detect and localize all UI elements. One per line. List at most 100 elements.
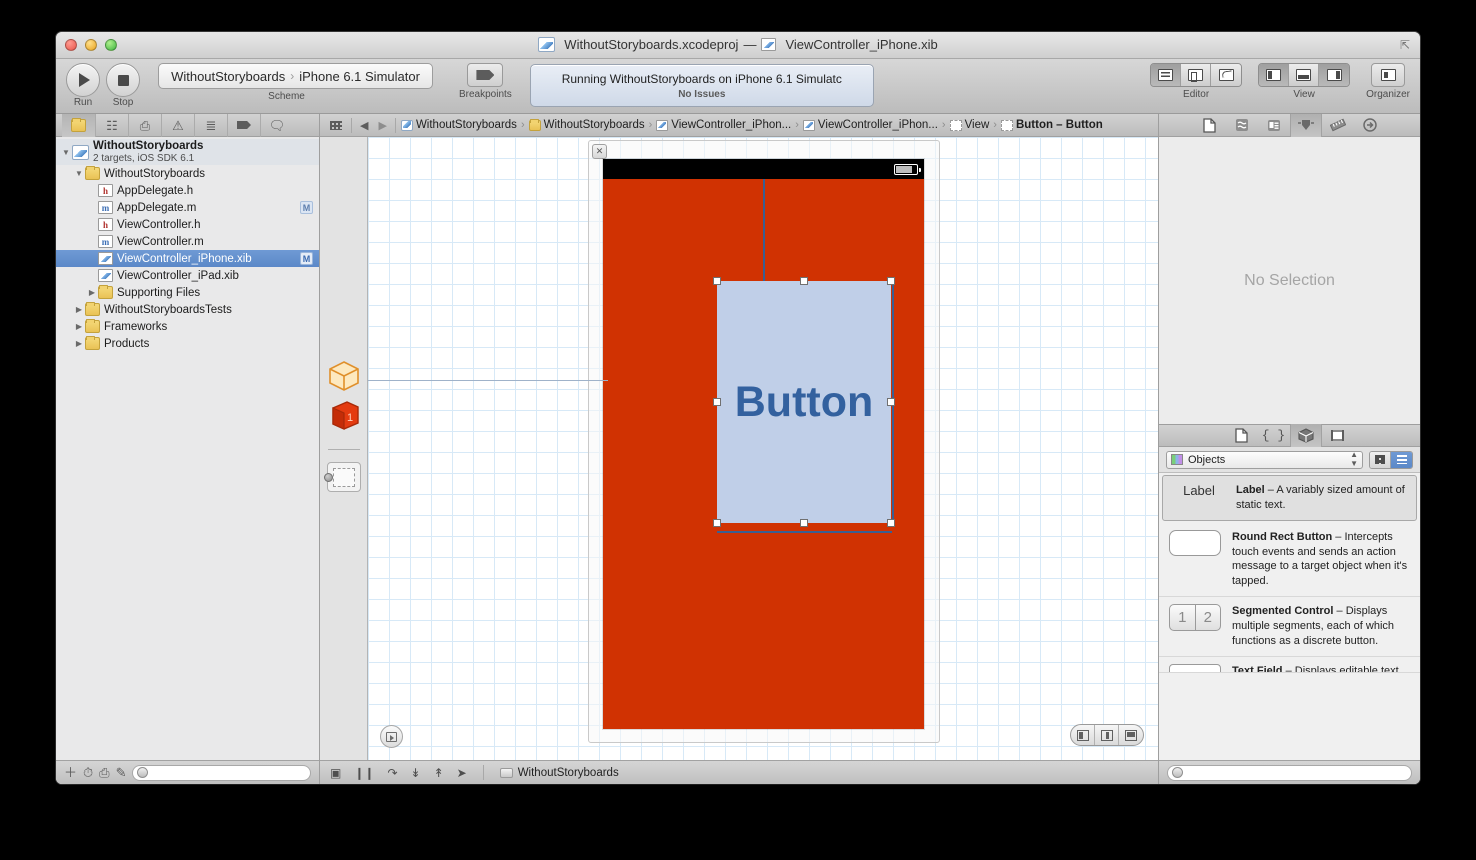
quick-help-inspector-tab[interactable]: [1226, 114, 1258, 137]
breadcrumb-item-5[interactable]: Button – Button: [999, 119, 1105, 131]
source-control-icon[interactable]: ⎙: [99, 766, 109, 779]
breadcrumb-item-2[interactable]: ViewController_iPhon...: [654, 119, 793, 131]
disclosure-triangle[interactable]: [73, 169, 85, 178]
file-row[interactable]: WithoutStoryboardsTests: [56, 301, 319, 318]
navigator-filter-field[interactable]: [132, 764, 311, 781]
breadcrumb-item-4[interactable]: View: [948, 119, 992, 131]
identity-inspector-tab[interactable]: [1258, 114, 1290, 137]
object-expand-badge[interactable]: [324, 472, 333, 482]
view-segmented-control[interactable]: [1258, 63, 1351, 87]
filter-scope-icon[interactable]: [137, 767, 149, 778]
file-row[interactable]: m AppDelegate.m M: [56, 199, 319, 216]
step-out-up-icon[interactable]: ↟: [434, 767, 444, 779]
step-over-icon[interactable]: ↷: [387, 767, 397, 779]
button-object[interactable]: Button: [717, 281, 891, 523]
log-navigator-tab[interactable]: 🗨: [260, 113, 293, 137]
file-row[interactable]: ViewController_iPad.xib: [56, 267, 319, 284]
resize-handle-tc[interactable]: [800, 277, 808, 285]
show-document-outline-button[interactable]: [380, 725, 403, 748]
resolve-issues-button[interactable]: [1119, 725, 1143, 745]
auto-layout-controls[interactable]: [1070, 724, 1144, 746]
disclosure-triangle[interactable]: [60, 148, 72, 157]
project-file-tree[interactable]: WithoutStoryboards 2 targets, iOS SDK 6.…: [56, 137, 319, 760]
activity-view[interactable]: Running WithoutStoryboards on iPhone 6.1…: [529, 64, 874, 107]
toggle-utilities-button[interactable]: [1319, 64, 1350, 86]
plus-icon[interactable]: ＋: [64, 766, 77, 779]
resize-handle-mr[interactable]: [887, 398, 895, 406]
run-button[interactable]: [66, 63, 100, 97]
version-editor-button[interactable]: [1211, 64, 1242, 86]
clock-icon[interactable]: ⏱: [83, 766, 93, 779]
stop-button[interactable]: [106, 63, 140, 97]
assistant-editor-button[interactable]: [1181, 64, 1212, 86]
size-inspector-tab[interactable]: [1322, 114, 1354, 137]
library-filter-field[interactable]: [1167, 764, 1412, 781]
breakpoints-button[interactable]: [467, 63, 504, 87]
resize-handle-bl[interactable]: [713, 519, 721, 527]
file-row[interactable]: h ViewController.h: [56, 216, 319, 233]
pause-icon[interactable]: ❙❙: [354, 767, 374, 779]
disclosure-triangle[interactable]: [73, 322, 85, 331]
pin-button[interactable]: [1095, 725, 1119, 745]
search-navigator-tab[interactable]: ⎙: [128, 113, 161, 137]
filter-scope-icon[interactable]: [1172, 767, 1183, 778]
object-library-list[interactable]: Label Label – A variably sized amount of…: [1159, 473, 1420, 760]
step-into-icon[interactable]: ↡: [411, 767, 421, 779]
debug-navigator-tab[interactable]: [227, 113, 260, 137]
toggle-navigator-button[interactable]: [1259, 64, 1290, 86]
object-library-tab[interactable]: [1289, 424, 1322, 447]
iphone-view[interactable]: Button: [603, 159, 924, 729]
align-button[interactable]: [1071, 725, 1095, 745]
scheme-selector[interactable]: WithoutStoryboards › iPhone 6.1 Simulato…: [158, 63, 433, 89]
library-item-text-field[interactable]: Text Field – Displays editable text and: [1159, 657, 1420, 673]
resize-handle-tl[interactable]: [713, 277, 721, 285]
file-template-library-tab[interactable]: [1226, 424, 1258, 447]
edit-icon[interactable]: ✎: [116, 766, 127, 779]
file-row[interactable]: h AppDelegate.h: [56, 182, 319, 199]
running-process[interactable]: WithoutStoryboards: [499, 767, 619, 779]
organizer-button[interactable]: [1371, 63, 1406, 87]
disclosure-triangle[interactable]: [73, 339, 85, 348]
library-item-segmented-control[interactable]: 12 Segmented Control – Displays multiple…: [1159, 597, 1420, 657]
files-owner-icon[interactable]: [327, 359, 361, 393]
resize-handle-tr[interactable]: [887, 277, 895, 285]
library-selector[interactable]: Objects ▲ ▼: [1166, 450, 1363, 469]
library-view-toggle[interactable]: [1369, 450, 1413, 469]
connections-inspector-tab[interactable]: [1354, 114, 1386, 137]
file-row[interactable]: Frameworks: [56, 318, 319, 335]
file-row[interactable]: Products: [56, 335, 319, 352]
breadcrumb-item-1[interactable]: WithoutStoryboards: [527, 118, 647, 131]
related-items-icon[interactable]: [330, 120, 342, 130]
disclosure-triangle[interactable]: [73, 305, 85, 314]
library-list-view-button[interactable]: [1391, 451, 1412, 468]
library-item-label[interactable]: Label Label – A variably sized amount of…: [1162, 475, 1417, 521]
breadcrumb-item-3[interactable]: ViewController_iPhon...: [801, 119, 940, 131]
back-arrow-icon[interactable]: ◀: [355, 119, 373, 132]
xib-document-frame[interactable]: ✕ Button: [588, 140, 940, 743]
file-inspector-tab[interactable]: [1194, 114, 1226, 137]
close-icon[interactable]: ✕: [592, 144, 607, 159]
step-out-icon[interactable]: ▣: [330, 767, 341, 779]
file-row[interactable]: m ViewController.m: [56, 233, 319, 250]
attributes-inspector-tab[interactable]: [1289, 113, 1322, 137]
resize-handle-bc[interactable]: [800, 519, 808, 527]
breadcrumb-item-0[interactable]: WithoutStoryboards: [399, 119, 519, 131]
library-item-round-rect-button[interactable]: Round Rect Button – Intercepts touch eve…: [1159, 523, 1420, 598]
file-row[interactable]: Supporting Files: [56, 284, 319, 301]
forward-arrow-icon[interactable]: ▶: [373, 119, 391, 132]
file-row[interactable]: ViewController_iPhone.xib M: [56, 250, 319, 267]
file-row[interactable]: WithoutStoryboards: [56, 165, 319, 182]
first-responder-icon[interactable]: 1: [327, 399, 361, 433]
disclosure-triangle[interactable]: [86, 288, 98, 297]
project-root-row[interactable]: WithoutStoryboards 2 targets, iOS SDK 6.…: [56, 139, 319, 165]
issue-navigator-tab[interactable]: ⚠: [161, 113, 194, 137]
simulate-location-icon[interactable]: ➤: [457, 767, 467, 779]
library-grid-view-button[interactable]: [1370, 451, 1391, 468]
standard-editor-button[interactable]: [1151, 64, 1182, 86]
fullscreen-icon[interactable]: ⇱: [1400, 39, 1412, 51]
symbol-navigator-tab[interactable]: ☷: [95, 113, 128, 137]
project-navigator-tab[interactable]: [62, 113, 95, 137]
media-library-tab[interactable]: [1322, 424, 1354, 447]
toggle-debug-area-button[interactable]: [1289, 64, 1320, 86]
resize-handle-ml[interactable]: [713, 398, 721, 406]
